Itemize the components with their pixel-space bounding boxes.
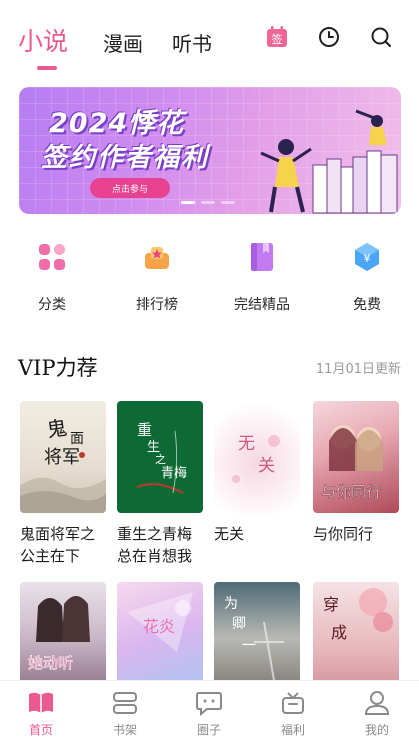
nav-item-home[interactable]: 首页 bbox=[6, 688, 76, 738]
category-item-free[interactable]: ¥ 免费 bbox=[322, 240, 412, 314]
svg-text:为: 为 bbox=[224, 596, 238, 612]
history-clock-icon[interactable] bbox=[316, 24, 342, 50]
book-title[interactable]: 无关 bbox=[214, 523, 300, 545]
svg-text:她动听: 她动听 bbox=[28, 654, 73, 672]
book-card[interactable]: 花炎 bbox=[117, 582, 203, 694]
nav-item-welfare[interactable]: 福利 bbox=[258, 688, 328, 738]
svg-text:成: 成 bbox=[331, 623, 347, 642]
book-cover[interactable]: 花炎 bbox=[117, 582, 203, 694]
cover-art: 花炎 bbox=[127, 592, 193, 652]
svg-text:穿: 穿 bbox=[323, 595, 339, 614]
tab-audiobook[interactable]: 听书 bbox=[172, 28, 212, 57]
search-icon[interactable] bbox=[368, 24, 394, 50]
tab-comic[interactable]: 漫画 bbox=[103, 28, 143, 57]
book-title[interactable]: 鬼面将军之公主在下 bbox=[20, 523, 106, 567]
cover-art: 与你同行 bbox=[321, 425, 383, 501]
svg-text:无: 无 bbox=[238, 434, 255, 454]
book-cover[interactable]: 与你同行 bbox=[313, 401, 399, 513]
section-title: VIP力荐 bbox=[18, 356, 98, 380]
svg-text:花炎: 花炎 bbox=[143, 617, 175, 636]
nav-label: 书架 bbox=[112, 723, 137, 737]
update-date: 11月01日更新 bbox=[315, 362, 401, 377]
banner-pagination bbox=[181, 201, 235, 204]
profile-icon bbox=[362, 688, 392, 718]
nav-item-bookshelf[interactable]: 书架 bbox=[90, 688, 160, 738]
book-icon bbox=[245, 240, 279, 274]
book-card[interactable]: 为 卿 一 bbox=[214, 582, 300, 694]
book-cover[interactable]: 穿 成 bbox=[313, 582, 399, 694]
book-title[interactable]: 重生之青梅总在肖想我 bbox=[117, 523, 203, 567]
tab-active-indicator bbox=[37, 66, 57, 70]
nav-label: 我的 bbox=[364, 723, 389, 737]
chat-bubble-icon bbox=[194, 688, 224, 718]
tab-novel[interactable]: 小说 bbox=[18, 22, 68, 58]
banner-title-line2: 签约作者福利 bbox=[41, 143, 210, 173]
banner-illustration bbox=[260, 109, 398, 214]
svg-text:一: 一 bbox=[242, 638, 256, 654]
cover-art: 无 关 bbox=[232, 434, 280, 483]
category-label: 排行榜 bbox=[136, 297, 178, 313]
cover-art: 为 卿 一 bbox=[224, 596, 284, 693]
book-cover[interactable]: 无 关 bbox=[214, 401, 300, 513]
book-card[interactable]: 与你同行 与你同行 bbox=[313, 401, 399, 545]
category-item-completed[interactable]: 完结精品 bbox=[217, 240, 307, 314]
book-card[interactable]: 穿 成 bbox=[313, 582, 399, 694]
svg-text:青梅: 青梅 bbox=[161, 466, 187, 481]
category-label: 分类 bbox=[38, 297, 66, 313]
nav-item-circle[interactable]: 圈子 bbox=[174, 688, 244, 738]
sign-badge-text: 签 bbox=[272, 32, 283, 46]
svg-text:将军: 将军 bbox=[44, 447, 80, 468]
svg-text:面: 面 bbox=[70, 431, 84, 447]
banner-join-button[interactable]: 点击参与 bbox=[90, 178, 170, 198]
book-cover[interactable]: 她动听 bbox=[20, 582, 106, 694]
category-shortcuts: 分类 排行榜 完结精品 ¥ 免费 bbox=[0, 240, 419, 320]
book-cover[interactable]: 重 生 之 青梅 bbox=[117, 401, 203, 513]
svg-text:之: 之 bbox=[155, 452, 166, 466]
book-card[interactable]: 无 关 无关 bbox=[214, 401, 300, 545]
svg-text:与你同行: 与你同行 bbox=[321, 483, 381, 501]
trophy-icon bbox=[140, 240, 174, 274]
banner-dot[interactable] bbox=[201, 201, 215, 204]
yen-hexagon-icon: ¥ bbox=[350, 240, 384, 274]
book-card[interactable]: 鬼 面 将军 鬼面将军之公主在下 bbox=[20, 401, 106, 567]
bottom-navigation: 首页 书架 圈子 福利 我的 bbox=[0, 680, 419, 745]
bookshelf-icon bbox=[110, 688, 140, 718]
category-label: 完结精品 bbox=[234, 297, 290, 313]
gift-icon bbox=[278, 688, 308, 718]
svg-text:¥: ¥ bbox=[364, 252, 371, 265]
book-cover[interactable]: 为 卿 一 bbox=[214, 582, 300, 694]
banner-dot[interactable] bbox=[221, 201, 235, 204]
svg-text:重: 重 bbox=[137, 421, 152, 439]
nav-label: 首页 bbox=[28, 723, 53, 737]
banner-dot-active[interactable] bbox=[181, 201, 195, 204]
nav-label: 圈子 bbox=[196, 723, 221, 737]
grid-icon bbox=[35, 240, 69, 274]
category-label: 免费 bbox=[353, 297, 381, 313]
banner-title-line1: 2024悸花 bbox=[49, 108, 185, 139]
cover-art: 她动听 bbox=[28, 596, 90, 672]
cover-art: 鬼 面 将军 bbox=[20, 415, 106, 513]
book-title[interactable]: 与你同行 bbox=[313, 523, 399, 545]
book-card[interactable]: 她动听 bbox=[20, 582, 106, 694]
nav-item-profile[interactable]: 我的 bbox=[342, 688, 412, 738]
promo-banner[interactable]: 2024悸花 签约作者福利 点击参与 bbox=[19, 87, 401, 214]
nav-label: 福利 bbox=[280, 723, 305, 737]
svg-text:卿: 卿 bbox=[232, 616, 246, 632]
cover-art: 穿 成 bbox=[323, 588, 393, 642]
cover-art: 重 生 之 青梅 bbox=[136, 421, 187, 494]
svg-text:鬼: 鬼 bbox=[45, 415, 68, 442]
sign-in-icon[interactable]: 签 bbox=[264, 24, 290, 50]
top-navigation: 小说 漫画 听书 签 bbox=[0, 0, 419, 76]
category-item-classify[interactable]: 分类 bbox=[7, 240, 97, 314]
category-item-ranking[interactable]: 排行榜 bbox=[112, 240, 202, 314]
home-book-icon bbox=[26, 688, 56, 718]
svg-text:关: 关 bbox=[258, 456, 275, 476]
book-card[interactable]: 重 生 之 青梅 重生之青梅总在肖想我 bbox=[117, 401, 203, 567]
book-cover[interactable]: 鬼 面 将军 bbox=[20, 401, 106, 513]
